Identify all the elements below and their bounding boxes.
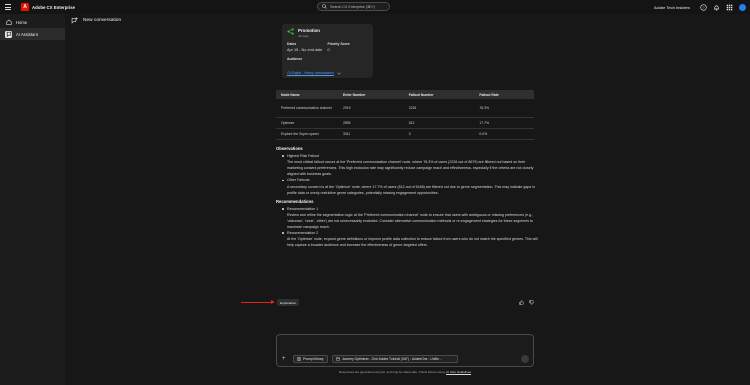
column-header: Node Name [276, 90, 338, 99]
table-cell: 0.0% [474, 128, 534, 140]
journey-card[interactable]: Promotion Journey Dates Apr 15 - No end … [282, 24, 373, 78]
avatar[interactable] [739, 3, 746, 11]
ai-assistant-icon [5, 30, 12, 38]
org-switcher[interactable]: Adobe Tech Insiders [654, 5, 690, 10]
thumbs-up-icon[interactable] [519, 300, 524, 305]
svg-text:?: ? [702, 5, 704, 9]
context-label: Journey Optimizer - One Adobe Tutorial (… [342, 357, 442, 361]
disclaimer: Responses are generated using AI, and ma… [276, 370, 534, 374]
top-right-actions: Adobe Tech Insiders ? [654, 2, 746, 12]
table-cell: Preferred communication channel [276, 99, 338, 118]
observation-text: A secondary concern is at the 'Optimize'… [287, 184, 536, 195]
table-cell: 2226 [403, 99, 475, 118]
explanation-button[interactable]: Explanation [277, 299, 300, 306]
top-bar: A Adobe CX Enterprise Search CX Enterpri… [0, 0, 750, 14]
brand-name: Adobe CX Enterprise [32, 4, 75, 10]
table-cell: 2895 [338, 117, 404, 129]
table-cell: Optimize [276, 117, 338, 129]
conversation-title: New conversation [83, 18, 122, 23]
sidebar-item-ai-assistant[interactable]: AI Assistant [0, 28, 65, 40]
brand[interactable]: A Adobe CX Enterprise [21, 3, 75, 11]
table-cell: 2919 [338, 99, 404, 118]
new-chat-icon[interactable] [71, 17, 78, 24]
assistant-response: Observations Highest Risk Fallout The mo… [276, 146, 538, 249]
help-icon[interactable]: ? [700, 3, 707, 11]
bell-icon[interactable] [713, 4, 720, 11]
search-icon [322, 4, 327, 9]
audience-link[interactable]: CKDigital - Heavy downloaders [287, 71, 341, 75]
table-header-row: Node Name Enter Number Fallout Number Fa… [276, 90, 534, 99]
column-header: Fallout Rate [474, 90, 534, 99]
send-button[interactable] [521, 355, 529, 363]
dates-value: Apr 15 - No end date [287, 48, 323, 52]
search-placeholder: Search CX Enterprise (⌘+/) [330, 4, 375, 9]
fallout-table: Node Name Enter Number Fallout Number Fa… [276, 90, 534, 140]
annotation-arrow [241, 299, 275, 305]
prompt-library-button[interactable]: Prompt library [293, 355, 328, 363]
observation-title: Other Fallouts [276, 177, 538, 183]
search-input[interactable]: Search CX Enterprise (⌘+/) [317, 2, 390, 11]
observation-text: The most critical fallout occurs at the … [287, 160, 534, 177]
table-cell: 76.3% [474, 99, 534, 118]
card-title: Promotion [298, 28, 320, 33]
table-row: Explore the Super-speed 3311 0 0.0% [276, 128, 534, 140]
feedback-actions [519, 300, 534, 305]
table-cell: Explore the Super-speed [276, 128, 338, 140]
add-icon[interactable]: + [282, 356, 286, 362]
dates-label: Dates [287, 42, 297, 46]
priority-label: Priority Score [327, 42, 350, 46]
observation-title: Highest Risk Fallout [276, 153, 538, 159]
sidebar: Home AI Assistant [0, 14, 65, 385]
table-cell: 3311 [338, 128, 404, 140]
recommendation-text: Review and refine the segmentation logic… [287, 212, 534, 230]
sidebar-item-label: AI Assistant [16, 31, 38, 37]
disclaimer-text: Responses are generated using AI, and ma… [338, 370, 446, 374]
adobe-logo: A [21, 3, 29, 11]
journey-icon [287, 28, 294, 35]
table-row: Optimize 2895 512 17.7% [276, 117, 534, 129]
audience-value: CKDigital - Heavy downloaders [287, 71, 334, 75]
column-header: Enter Number [338, 90, 404, 99]
table-cell: 0 [403, 128, 475, 140]
card-subtitle: Journey [298, 34, 309, 38]
context-selector[interactable]: Journey Optimizer - One Adobe Tutorial (… [332, 355, 458, 363]
guidelines-link[interactable]: AI User Guidelines [446, 370, 471, 374]
apps-grid-icon[interactable] [726, 4, 733, 11]
library-icon [297, 357, 301, 361]
menu-icon[interactable] [5, 2, 15, 12]
table-cell: 512 [403, 117, 475, 129]
thumbs-down-icon[interactable] [529, 300, 534, 305]
observations-heading: Observations [276, 146, 303, 151]
audience-label: Audience [287, 57, 303, 61]
table-row: Preferred communication channel 2919 222… [276, 99, 534, 118]
column-header: Fallout Number [403, 90, 475, 99]
priority-value: 0 [327, 48, 330, 52]
main-panel: New conversation Promotion Journey Dates… [65, 14, 750, 385]
recommendation-title: Recommendation 1 [276, 206, 538, 212]
table-cell: 17.7% [474, 117, 534, 129]
conversation-header: New conversation [71, 17, 121, 24]
sidebar-item-label: Home [16, 19, 28, 25]
recommendations-heading: Recommendations [276, 198, 314, 204]
recommendation-text: At the 'Optimize' node, expand genre def… [287, 237, 538, 248]
sandbox-icon [336, 357, 340, 361]
prompt-library-label: Prompt library [303, 357, 324, 361]
chevron-down-icon [337, 72, 341, 75]
home-icon [5, 19, 12, 26]
chat-input[interactable]: + Prompt library Journey Optimizer - One… [276, 334, 534, 367]
explanation-row: Explanation [241, 299, 300, 306]
recommendation-title: Recommendation 2 [276, 230, 538, 236]
sidebar-item-home[interactable]: Home [0, 16, 65, 28]
